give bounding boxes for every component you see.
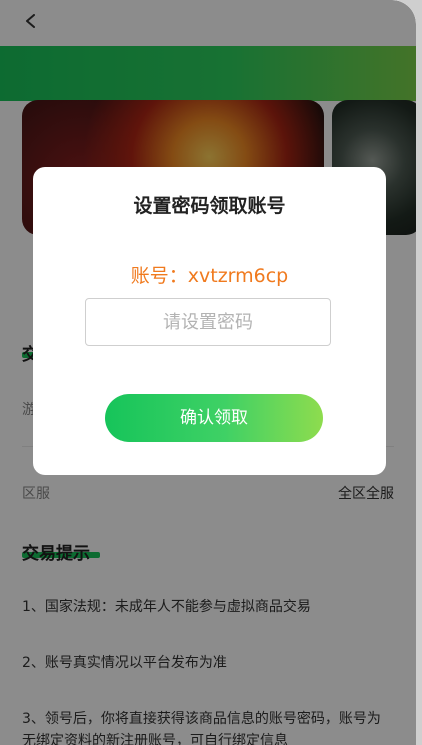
confirm-claim-button[interactable]: 确认领取: [105, 394, 323, 442]
set-password-dialog: 设置密码领取账号 账号：xvtzrm6cp 确认领取: [33, 167, 386, 475]
account-text: 账号：xvtzrm6cp: [130, 265, 289, 287]
password-input[interactable]: [85, 298, 331, 346]
app-screen: 交 游 区服 全区全服 交易提示 1、国家法规：未成年人不能参与虚拟商品交易 2…: [0, 0, 416, 745]
dialog-title: 设置密码领取账号: [133, 195, 286, 217]
